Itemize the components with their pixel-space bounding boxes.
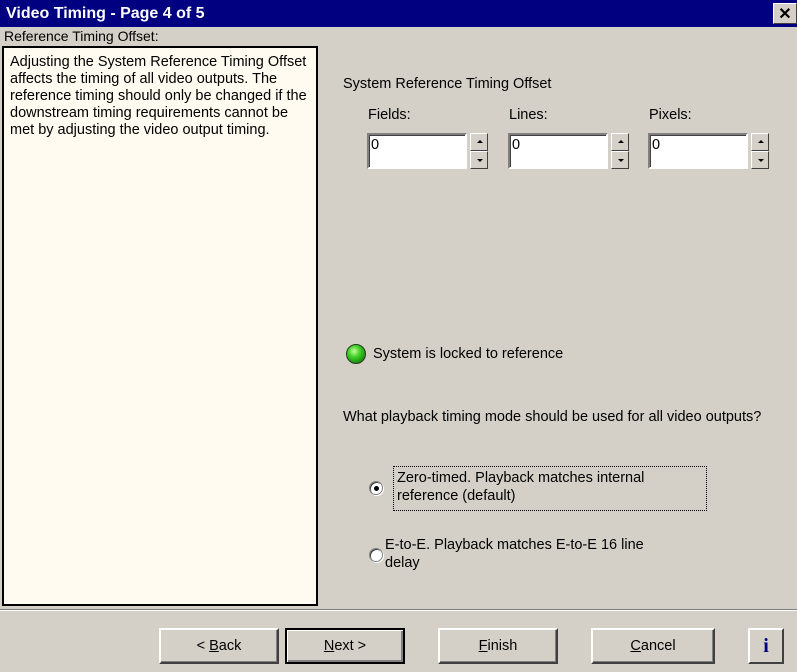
info-button[interactable]: i — [748, 628, 784, 664]
finish-button-mnemonic: F — [478, 638, 488, 654]
lines-spin-buttons — [611, 133, 629, 169]
offset-heading: System Reference Timing Offset — [343, 76, 552, 92]
lines-spinner: 0 — [508, 133, 630, 169]
pixels-input[interactable]: 0 — [648, 133, 748, 169]
zero-timed-option-label[interactable]: Zero-timed. Playback matches internal re… — [397, 469, 644, 505]
zero-timed-line-1: Zero-timed. Playback matches internal — [397, 470, 645, 486]
pixels-increment-button[interactable] — [751, 133, 769, 151]
e-to-e-line-1: E-to-E. Playback matches E-to-E 16 line — [385, 537, 644, 553]
help-text: Adjusting the System Reference Timing Of… — [10, 54, 307, 138]
cancel-button-mnemonic: C — [630, 638, 641, 654]
pixels-label: Pixels: — [649, 107, 692, 123]
info-icon: i — [763, 635, 769, 657]
back-button[interactable]: < Back — [159, 628, 279, 664]
pixels-spin-buttons — [751, 133, 769, 169]
zero-timed-line-2: reference (default) — [397, 488, 516, 504]
pixels-decrement-button[interactable] — [751, 151, 769, 169]
pixels-spinner: 0 — [648, 133, 770, 169]
finish-button[interactable]: Finish — [438, 628, 558, 664]
next-button-mnemonic: N — [323, 638, 335, 654]
arrow-up-icon — [477, 140, 483, 143]
arrow-up-icon — [618, 140, 624, 143]
zero-timed-radio[interactable] — [369, 481, 383, 495]
footer-divider — [0, 609, 797, 611]
title-bar: Video Timing - Page 4 of 5 ✕ — [0, 0, 797, 27]
lines-label: Lines: — [509, 107, 548, 123]
video-timing-dialog: Video Timing - Page 4 of 5 ✕ Reference T… — [0, 0, 797, 672]
lock-status-led-icon — [346, 344, 366, 364]
arrow-down-icon — [477, 159, 483, 162]
fields-decrement-button[interactable] — [470, 151, 488, 169]
lines-input[interactable]: 0 — [508, 133, 608, 169]
fields-increment-button[interactable] — [470, 133, 488, 151]
section-caption: Reference Timing Offset: — [4, 28, 159, 44]
fields-spin-buttons — [470, 133, 488, 169]
e-to-e-radio[interactable] — [369, 548, 383, 562]
close-button[interactable]: ✕ — [773, 3, 797, 24]
arrow-down-icon — [618, 159, 624, 162]
playback-question: What playback timing mode should be used… — [343, 409, 762, 425]
e-to-e-option-label[interactable]: E-to-E. Playback matches E-to-E 16 line … — [385, 536, 644, 572]
help-panel: Adjusting the System Reference Timing Of… — [2, 46, 318, 606]
fields-label: Fields: — [368, 107, 411, 123]
back-button-label: ack — [218, 638, 242, 654]
arrow-down-icon — [758, 159, 764, 162]
e-to-e-line-2: delay — [385, 555, 420, 571]
next-button[interactable]: Next > — [285, 628, 405, 664]
back-button-mnemonic: B — [209, 638, 219, 654]
radio-selected-dot-icon — [374, 486, 379, 491]
fields-spinner: 0 — [367, 133, 489, 169]
lock-status-text: System is locked to reference — [373, 346, 564, 362]
cancel-button[interactable]: Cancel — [591, 628, 715, 664]
back-button-prefix: < — [196, 638, 210, 654]
lines-increment-button[interactable] — [611, 133, 629, 151]
cancel-button-label: ancel — [640, 638, 676, 654]
fields-input[interactable]: 0 — [367, 133, 467, 169]
next-button-label: ext > — [334, 638, 367, 654]
close-icon: ✕ — [778, 6, 792, 23]
finish-button-label: inish — [487, 638, 518, 654]
arrow-up-icon — [758, 140, 764, 143]
lines-decrement-button[interactable] — [611, 151, 629, 169]
window-title: Video Timing - Page 4 of 5 — [6, 5, 205, 22]
